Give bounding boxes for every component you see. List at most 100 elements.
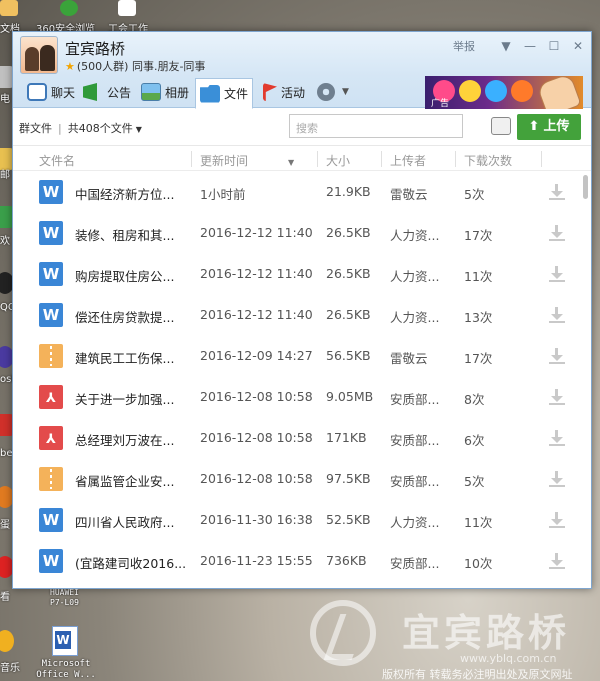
tab-notice[interactable]: 公告 — [79, 78, 135, 106]
download-icon[interactable] — [549, 225, 565, 241]
watermark-name: 宜宾路桥 — [402, 610, 571, 655]
breadcrumb-root[interactable]: 群文件 — [19, 122, 52, 135]
scroll-thumb[interactable] — [583, 175, 588, 199]
file-size: 56.5KB — [326, 348, 371, 363]
file-uploader: 人力资... — [390, 515, 440, 530]
file-time: 2016-12-09 14:27 — [200, 348, 313, 363]
download-icon[interactable] — [549, 266, 565, 282]
word-file-icon: W — [39, 262, 63, 286]
word-file-icon: W — [39, 221, 63, 245]
inbox-icon[interactable] — [491, 117, 511, 135]
download-icon[interactable] — [549, 348, 565, 364]
file-time: 2016-12-12 11:40 — [200, 307, 313, 322]
file-time: 2016-11-23 15:55 — [200, 553, 313, 568]
minimize-icon[interactable]: — — [523, 39, 537, 53]
word-icon[interactable]: W — [52, 626, 78, 656]
file-row[interactable]: W 中国经济新方位... 1小时前 21.9KB 雷敬云 5次 — [13, 172, 581, 213]
maximize-icon[interactable]: ☐ — [547, 39, 561, 53]
column-downloads[interactable]: 下载次数 — [464, 152, 512, 169]
ad-character-icon — [459, 80, 481, 102]
group-window: 宜宾路桥 ★ (500人群) 同事.朋友-同事 举报 ▼ — ☐ ✕ 聊天 公告 … — [12, 31, 592, 589]
file-downloads: 6次 — [464, 433, 485, 448]
file-row[interactable]: W 装修、租房和其... 2016-12-12 11:40 26.5KB 人力资... 1… — [13, 213, 581, 254]
title-bar[interactable]: 宜宾路桥 ★ (500人群) 同事.朋友-同事 举报 ▼ — ☐ ✕ — [13, 32, 591, 76]
report-button[interactable]: 举报 — [453, 38, 475, 54]
file-name[interactable]: 中国经济新方位... — [75, 184, 193, 203]
file-time: 1小时前 — [200, 187, 246, 202]
settings-button[interactable]: ▼ — [313, 78, 353, 106]
download-icon[interactable] — [549, 307, 565, 323]
file-name[interactable]: 装修、租房和其... — [75, 225, 193, 244]
file-row[interactable]: ⅄ 总经理刘万波在... 2016-12-08 10:58 171KB 安质部... 6次 — [13, 418, 581, 459]
file-downloads: 17次 — [464, 351, 493, 366]
desktop-label-huawei: HUAWEI P7-L09 — [50, 588, 79, 607]
desktop-top-icons: 文档 360安全浏览 工会工作 — [0, 0, 600, 35]
file-row[interactable]: 省属监管企业安... 2016-12-08 10:58 97.5KB 安质部... 5次 — [13, 459, 581, 500]
breadcrumb: 群文件 | 共408个文件 ▼ — [19, 122, 142, 135]
file-downloads: 13次 — [464, 310, 493, 325]
search-input[interactable]: 搜索 — [289, 114, 463, 138]
download-icon[interactable] — [549, 512, 565, 528]
word-file-icon: W — [39, 508, 63, 532]
file-name[interactable]: 购房提取住房公... — [75, 266, 193, 285]
file-name[interactable]: 偿还住房贷款提... — [75, 307, 193, 326]
folder-icon[interactable] — [118, 0, 136, 16]
column-name[interactable]: 文件名 — [39, 152, 75, 169]
download-icon[interactable] — [549, 389, 565, 405]
file-count-dropdown[interactable]: 共408个文件 ▼ — [68, 122, 142, 135]
file-list-header: 文件名 更新时间 ▼ 大小 上传者 下载次数 — [13, 145, 591, 171]
tab-chat[interactable]: 聊天 — [23, 78, 79, 106]
dropdown-menu-icon[interactable]: ▼ — [499, 39, 513, 53]
download-icon[interactable] — [549, 184, 565, 200]
zip-file-icon — [39, 467, 63, 491]
browser-360-icon[interactable] — [60, 0, 78, 16]
star-icon: ★ — [65, 60, 75, 73]
pdf-file-icon: ⅄ — [39, 385, 63, 409]
file-row[interactable]: W (宜路建司收2016... 2016-11-23 15:55 736KB 安质部..… — [13, 541, 581, 582]
file-row[interactable]: W 购房提取住房公... 2016-12-12 11:40 26.5KB 人力资... 1… — [13, 254, 581, 295]
word-file-icon: W — [39, 549, 63, 573]
upload-button[interactable]: ⬆ 上传 — [517, 114, 581, 140]
group-toolbar: 聊天 公告 相册 文件 活动 ▼ 广告 — [13, 76, 591, 114]
file-uploader: 安质部... — [390, 433, 440, 448]
download-icon[interactable] — [549, 553, 565, 569]
scrollbar[interactable] — [581, 171, 591, 588]
photo-icon — [141, 83, 161, 101]
column-time[interactable]: 更新时间 ▼ — [200, 152, 294, 169]
file-name[interactable]: 建筑民工工伤保... — [75, 348, 193, 367]
file-name[interactable]: 四川省人民政府... — [75, 512, 193, 531]
file-size: 171KB — [326, 430, 367, 445]
group-avatar[interactable] — [20, 36, 58, 74]
file-size: 97.5KB — [326, 471, 371, 486]
music-icon[interactable] — [0, 630, 14, 652]
column-size[interactable]: 大小 — [326, 152, 350, 169]
close-icon[interactable]: ✕ — [571, 39, 585, 53]
download-icon[interactable] — [549, 430, 565, 446]
file-downloads: 10次 — [464, 556, 493, 571]
tab-label: 相册 — [165, 85, 190, 100]
tab-album[interactable]: 相册 — [137, 78, 193, 106]
file-name[interactable]: 总经理刘万波在... — [75, 430, 193, 449]
file-row[interactable]: ⅄ 关于进一步加强... 2016-12-08 10:58 9.05MB 安质部... 8… — [13, 377, 581, 418]
tab-files[interactable]: 文件 — [195, 78, 254, 109]
file-time: 2016-12-08 10:58 — [200, 389, 313, 404]
file-row[interactable]: 建筑民工工伤保... 2016-12-09 14:27 56.5KB 雷敬云 17次 — [13, 336, 581, 377]
column-uploader[interactable]: 上传者 — [390, 152, 426, 169]
tab-activity[interactable]: 活动 — [259, 78, 309, 106]
ad-label: 广告 — [431, 99, 450, 109]
file-uploader: 雷敬云 — [390, 351, 428, 366]
file-list: W 中国经济新方位... 1小时前 21.9KB 雷敬云 5次 W 装修、租房和其... 201… — [13, 172, 581, 588]
file-row[interactable]: W 偿还住房贷款提... 2016-12-12 11:40 26.5KB 人力资... 1… — [13, 295, 581, 336]
zip-file-icon — [39, 344, 63, 368]
notice-icon — [83, 83, 97, 101]
file-name[interactable]: (宜路建司收2016... — [75, 553, 193, 572]
group-subtitle: ★ (500人群) 同事.朋友-同事 — [65, 60, 206, 73]
folder-icon — [200, 84, 220, 103]
file-downloads: 8次 — [464, 392, 485, 407]
upload-icon: ⬆ — [528, 119, 540, 134]
file-name[interactable]: 省属监管企业安... — [75, 471, 193, 490]
file-name[interactable]: 关于进一步加强... — [75, 389, 193, 408]
word-file-icon: W — [39, 303, 63, 327]
download-icon[interactable] — [549, 471, 565, 487]
file-row[interactable]: W 四川省人民政府... 2016-11-30 16:38 52.5KB 人力资... 1… — [13, 500, 581, 541]
